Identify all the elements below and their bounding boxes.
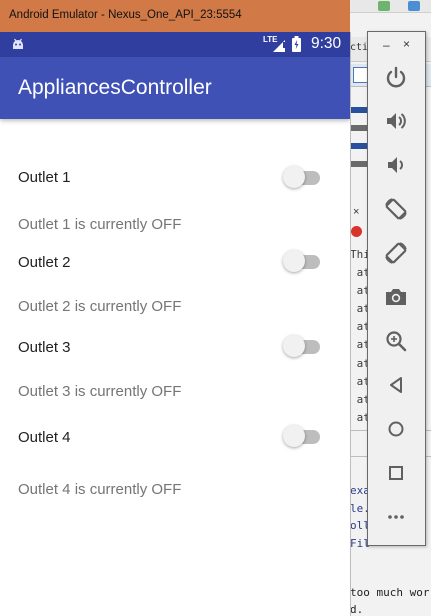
outlet-2-label: Outlet 2 xyxy=(18,254,71,271)
screenshot-button[interactable] xyxy=(382,283,410,311)
back-icon xyxy=(390,377,402,393)
switch-thumb xyxy=(283,250,305,272)
app-bar: AppliancesController xyxy=(0,57,350,119)
more-button[interactable] xyxy=(382,503,410,531)
battery-icon xyxy=(292,36,301,52)
camera-icon xyxy=(386,289,406,305)
switch-thumb xyxy=(283,335,305,357)
rotate-right-icon xyxy=(385,242,407,264)
more-icon xyxy=(388,515,404,519)
outlet-1-switch[interactable] xyxy=(283,165,323,189)
ide-toolbar-icon xyxy=(408,1,420,11)
back-button[interactable] xyxy=(382,371,410,399)
emulator-window-title: Android Emulator - Nexus_One_API_23:5554 xyxy=(0,0,350,32)
ide-code-line: d. xyxy=(350,603,364,616)
ide-code-line: too much wor xyxy=(350,586,430,599)
ide-console-bottom: too much wor d. xyxy=(350,584,429,616)
home-button[interactable] xyxy=(382,415,410,443)
rotate-right-button[interactable] xyxy=(382,239,410,267)
emulator-screen: LTE 9:30 AppliancesController Outlet 1 O… xyxy=(0,32,351,616)
outlet-2-switch[interactable] xyxy=(283,249,323,273)
signal-icon xyxy=(273,40,285,52)
volume-up-icon xyxy=(387,113,406,129)
outlet-1-status: Outlet 1 is currently OFF xyxy=(18,216,182,233)
overview-icon xyxy=(389,466,403,480)
switch-thumb xyxy=(283,166,305,188)
zoom-icon xyxy=(386,331,407,352)
outlet-2-status: Outlet 2 is currently OFF xyxy=(18,298,182,315)
rotate-left-button[interactable] xyxy=(382,195,410,223)
app-title: AppliancesController xyxy=(18,76,212,99)
volume-down-icon xyxy=(388,157,403,173)
toolbar-minimize-button[interactable]: – xyxy=(383,38,390,52)
power-button[interactable] xyxy=(382,63,410,91)
volume-up-button[interactable] xyxy=(382,107,410,135)
outlet-4-label: Outlet 4 xyxy=(18,429,71,446)
outlet-4-status: Outlet 4 is currently OFF xyxy=(18,481,182,498)
outlet-1-label: Outlet 1 xyxy=(18,169,71,186)
status-bar: LTE 9:30 xyxy=(0,32,350,57)
zoom-button[interactable] xyxy=(382,327,410,355)
switch-thumb xyxy=(283,425,305,447)
ide-toolbar-strip xyxy=(350,0,431,13)
ide-error-icon xyxy=(351,226,362,237)
overview-button[interactable] xyxy=(382,459,410,487)
outlet-3-switch[interactable] xyxy=(283,334,323,358)
home-icon xyxy=(388,421,404,437)
power-icon xyxy=(386,66,406,88)
toolbar-close-button[interactable]: × xyxy=(403,37,410,51)
emulator-toolbar: – × xyxy=(367,31,426,546)
ide-close-run-icon[interactable]: × xyxy=(353,206,359,218)
outlet-3-status: Outlet 3 is currently OFF xyxy=(18,383,182,400)
volume-down-button[interactable] xyxy=(382,151,410,179)
android-icon xyxy=(13,38,23,49)
outlet-3-label: Outlet 3 xyxy=(18,339,71,356)
rotate-left-icon xyxy=(385,198,407,220)
ide-toolbar-icon xyxy=(378,1,390,11)
status-clock: 9:30 xyxy=(311,35,342,52)
outlet-4-switch[interactable] xyxy=(283,424,323,448)
